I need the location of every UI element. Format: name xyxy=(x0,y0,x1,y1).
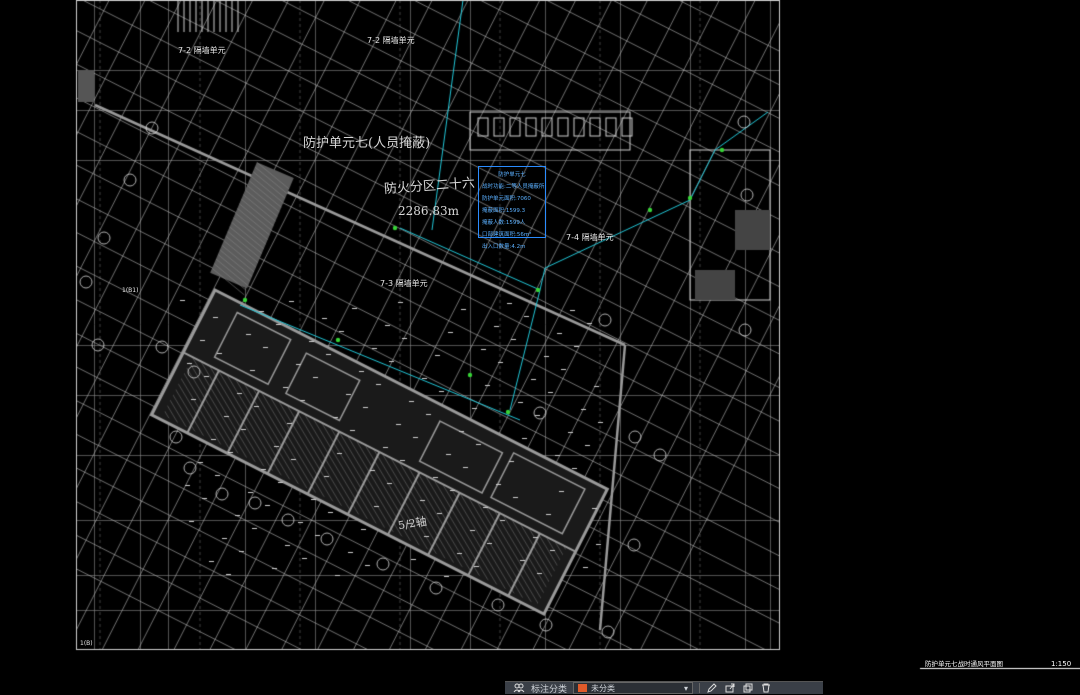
legend-line: 掩蔽人数:1599人 xyxy=(482,220,526,226)
protection-unit-label: 防护单元七(人员掩蔽) xyxy=(303,136,431,151)
legend-line: 出入口数量:4.2m xyxy=(482,244,526,250)
grid-tag-bottom-left: 1(B) xyxy=(80,640,93,647)
legend-title: 防护单元七 xyxy=(498,172,526,178)
layer-color-swatch xyxy=(578,684,588,692)
sheet-title: 防护单元七战时通风平面图 xyxy=(925,660,1003,668)
axis-label-left: 1(B1) xyxy=(122,287,139,294)
annotate-category-label: 标注分类 xyxy=(531,684,568,695)
toolbar-divider xyxy=(699,683,701,693)
layer-select-value: 未分类 xyxy=(591,683,616,693)
legend-line: 防护单元面积:7060 xyxy=(482,196,531,202)
partition-label-topleft: 7-2 隔墙单元 xyxy=(178,46,226,55)
trash-icon[interactable] xyxy=(760,683,772,693)
protection-unit-legend: 防护单元七 战时功能:二等人员掩蔽所 防护单元面积:7060 掩蔽面积:1599… xyxy=(478,166,546,250)
area-label: 2286.83m xyxy=(398,204,460,218)
people-icon[interactable] xyxy=(513,683,525,693)
pencil-icon[interactable] xyxy=(706,683,718,693)
partition-label-top: 7-2 隔墙单元 xyxy=(367,36,415,45)
layer-select[interactable]: 未分类 ▾ xyxy=(573,682,694,694)
copy-icon[interactable] xyxy=(742,683,754,693)
chevron-down-icon: ▾ xyxy=(684,683,689,693)
export-icon[interactable] xyxy=(724,683,736,693)
partition-label-right: 7-4 隔墙单元 xyxy=(566,233,614,242)
partition-label-mid: 7-3 隔墙单元 xyxy=(380,279,428,288)
sheet-scale: 1:150 xyxy=(1051,660,1072,668)
legend-line: 掩蔽面积:1599.3 xyxy=(482,208,526,214)
legend-line: 战时功能:二等人员掩蔽所 xyxy=(482,184,545,190)
cad-drawing-canvas[interactable] xyxy=(0,0,1080,694)
legend-line: 口部建筑面积:56m² xyxy=(482,232,532,238)
annotation-toolbar: 标注分类 未分类 ▾ xyxy=(505,681,823,695)
